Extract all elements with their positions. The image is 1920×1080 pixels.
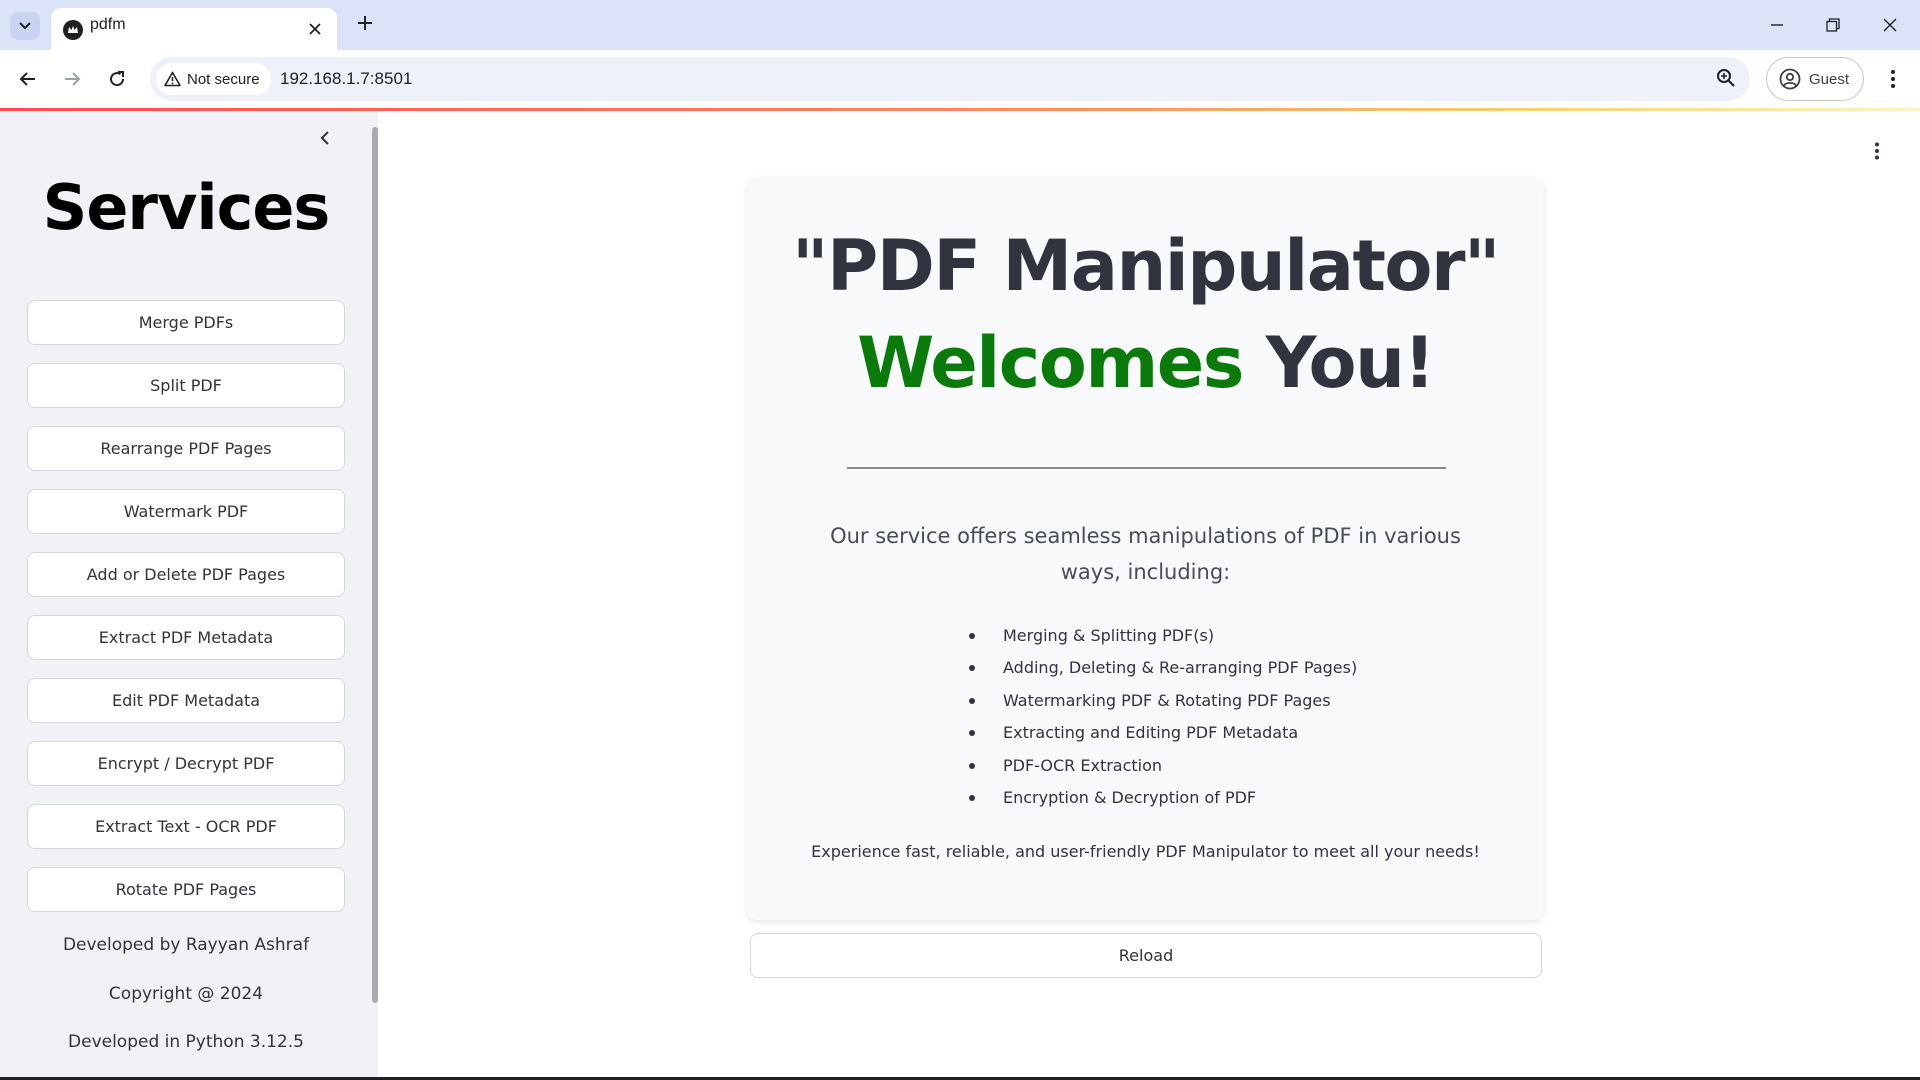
address-bar[interactable]: Not secure 192.168.1.7:8501	[150, 57, 1750, 101]
plus-icon	[358, 16, 372, 30]
favicon-icon	[63, 20, 83, 40]
url-text[interactable]: 192.168.1.7:8501	[280, 69, 412, 89]
more-vert-icon	[1891, 70, 1895, 88]
hero-title: "PDF Manipulator"	[791, 225, 1501, 307]
chevron-left-icon	[320, 131, 329, 145]
tab-title: pdfm	[90, 16, 126, 33]
edit-metadata-button[interactable]: Edit PDF Metadata	[27, 678, 345, 723]
browser-tab[interactable]: pdfm	[51, 8, 337, 50]
feature-item: Adding, Deleting & Re-arranging PDF Page…	[969, 652, 1357, 684]
rotate-pages-button[interactable]: Rotate PDF Pages	[27, 867, 345, 912]
reload-icon	[110, 71, 125, 87]
welcome-heading: "PDF Manipulator" Welcomes You!	[748, 218, 1543, 412]
profile-button[interactable]: Guest	[1766, 57, 1864, 101]
close-window-icon	[1883, 18, 1897, 32]
back-icon	[19, 72, 35, 86]
restore-icon	[1826, 18, 1840, 32]
rearrange-pages-button[interactable]: Rearrange PDF Pages	[27, 426, 345, 471]
sidebar: Services Merge PDFs Split PDF Rearrange …	[0, 111, 378, 1080]
account-icon	[1779, 68, 1801, 90]
more-vert-icon	[1875, 142, 1879, 160]
sidebar-title: Services	[42, 171, 331, 244]
intro-text: Our service offers seamless manipulation…	[830, 524, 1461, 584]
copyright-text: Copyright @ 2024	[108, 984, 264, 1004]
zoom-icon	[1717, 69, 1735, 87]
feature-item: Extracting and Editing PDF Metadata	[969, 717, 1357, 749]
tab-search-icon	[19, 22, 31, 30]
zoom-button[interactable]	[1716, 68, 1736, 92]
hero-you: You!	[1265, 322, 1436, 404]
tab-close-button[interactable]	[305, 19, 325, 39]
welcome-card: "PDF Manipulator" Welcomes You! Our serv…	[748, 178, 1543, 920]
tab-search-button[interactable]	[10, 12, 40, 40]
browser-menu-button[interactable]	[1880, 63, 1906, 95]
feature-item: Watermarking PDF & Rotating PDF Pages	[969, 685, 1357, 717]
reload-page-button[interactable]	[101, 63, 133, 95]
browser-tabstrip: pdfm	[0, 0, 1920, 50]
extract-metadata-button[interactable]: Extract PDF Metadata	[27, 615, 345, 660]
split-pdf-button[interactable]: Split PDF	[27, 363, 345, 408]
forward-icon	[65, 72, 81, 86]
browser-toolbar: Not secure 192.168.1.7:8501 Guest	[0, 50, 1920, 108]
collapse-sidebar-button[interactable]	[312, 125, 338, 151]
profile-label: Guest	[1809, 70, 1850, 88]
security-label: Not secure	[187, 70, 260, 88]
feature-item: Encryption & Decryption of PDF	[969, 782, 1357, 814]
feature-item: PDF-OCR Extraction	[969, 750, 1357, 782]
add-delete-pages-button[interactable]: Add or Delete PDF Pages	[27, 552, 345, 597]
new-tab-button[interactable]	[353, 11, 377, 35]
reload-button[interactable]: Reload	[750, 933, 1542, 978]
app-menu-button[interactable]	[1866, 140, 1888, 162]
minimize-icon	[1771, 24, 1783, 26]
hero-welcome: Welcomes	[857, 322, 1244, 404]
developer-credit: Developed by Rayyan Ashraf	[62, 935, 310, 955]
divider	[847, 467, 1446, 469]
python-version-text: Developed in Python 3.12.5	[68, 1032, 304, 1052]
ocr-extract-button[interactable]: Extract Text - OCR PDF	[27, 804, 345, 849]
feature-item: Merging & Splitting PDF(s)	[969, 620, 1357, 652]
sidebar-scrollbar[interactable]	[372, 127, 378, 1003]
back-button[interactable]	[12, 63, 44, 95]
close-icon	[309, 23, 321, 35]
close-window-button[interactable]	[1875, 10, 1905, 40]
restore-button[interactable]	[1818, 10, 1848, 40]
services-list: Merge PDFs Split PDF Rearrange PDF Pages…	[27, 300, 345, 930]
forward-button[interactable]	[56, 63, 88, 95]
features-list: Merging & Splitting PDF(s) Adding, Delet…	[969, 620, 1357, 814]
tagline-text: Experience fast, reliable, and user-frie…	[811, 842, 1480, 861]
warning-icon	[164, 71, 181, 87]
watermark-pdf-button[interactable]: Watermark PDF	[27, 489, 345, 534]
minimize-button[interactable]	[1762, 10, 1792, 40]
merge-pdfs-button[interactable]: Merge PDFs	[27, 300, 345, 345]
security-chip[interactable]: Not secure	[156, 63, 271, 95]
encrypt-decrypt-button[interactable]: Encrypt / Decrypt PDF	[27, 741, 345, 786]
